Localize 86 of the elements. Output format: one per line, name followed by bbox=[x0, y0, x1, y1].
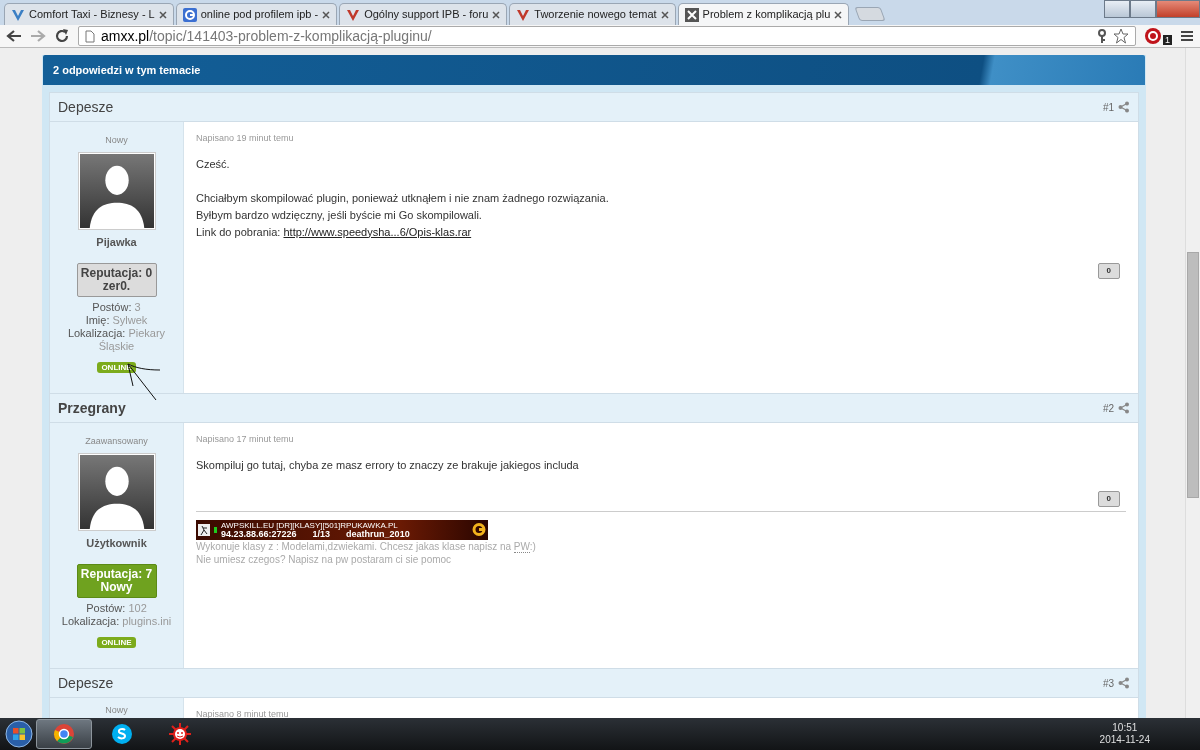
minimize-button[interactable] bbox=[1104, 0, 1130, 18]
post-date: Napisano 17 minut temu bbox=[196, 433, 295, 446]
maximize-button[interactable] bbox=[1130, 0, 1156, 18]
back-arrow-icon[interactable] bbox=[6, 29, 22, 43]
start-button-icon[interactable] bbox=[4, 719, 34, 749]
post-text: Link do pobrania: http://www.speedysha...6/Opis-klas.rar bbox=[196, 224, 473, 240]
signature-text: Nie umiesz czegos? Napisz na pw postaram ci sie pomoc bbox=[196, 552, 453, 566]
banner-address: 94.23.88.66:27226 bbox=[221, 529, 297, 539]
star-icon[interactable] bbox=[1113, 28, 1129, 44]
member-group: Użytkownik bbox=[54, 534, 179, 551]
tab-title: online pod profilem ipb - bbox=[200, 7, 319, 23]
member-rank: Nowy bbox=[104, 704, 129, 717]
google-logo-icon bbox=[182, 7, 197, 22]
browser-tab[interactable]: Problem z komplikacją plu bbox=[677, 3, 850, 25]
skype-logo-icon bbox=[111, 723, 133, 745]
post-date: Napisano 8 minut temu bbox=[196, 708, 290, 718]
key-icon[interactable] bbox=[1097, 28, 1107, 44]
scrollbar-thumb[interactable] bbox=[1187, 252, 1199, 498]
share-icon[interactable] bbox=[1118, 402, 1130, 414]
browser-tab[interactable]: Comfort Taxi - Biznesy - L bbox=[4, 3, 174, 25]
banner-map: deathrun_2010 bbox=[346, 529, 410, 539]
author-name[interactable]: Depesze bbox=[58, 672, 114, 694]
like-count-button[interactable]: 0 bbox=[1097, 490, 1120, 507]
share-icon[interactable] bbox=[1118, 677, 1130, 689]
notification-badge: 1 bbox=[1163, 35, 1172, 45]
author-name[interactable]: Przegrany bbox=[58, 397, 126, 419]
banner-text: AWPSKILL.EU [DR][KLASY][501]RPUKAWKA.PL bbox=[221, 520, 398, 530]
browser-tab[interactable]: Tworzenie nowego temat bbox=[509, 3, 676, 25]
author-name[interactable]: Depesze bbox=[58, 96, 114, 118]
taskbar-button[interactable] bbox=[36, 719, 92, 749]
address-bar[interactable]: amxx.pl/topic/141403-problem-z-komplikacją-pluginu/ bbox=[78, 26, 1136, 46]
post-number-link[interactable]: #2 bbox=[1102, 400, 1114, 416]
tab-title: Comfort Taxi - Biznesy - L bbox=[29, 7, 155, 23]
extension-icon[interactable] bbox=[1144, 27, 1162, 45]
reputation-badge: Reputacja: 0 zer0. bbox=[76, 263, 157, 297]
close-icon[interactable] bbox=[492, 10, 501, 19]
tab-title: Problem z komplikacją plu bbox=[702, 7, 831, 23]
avatar-silhouette[interactable] bbox=[77, 452, 156, 531]
player-icon bbox=[198, 523, 210, 536]
reload-icon[interactable] bbox=[54, 28, 70, 44]
url-text: amxx.pl/topic/141403-problem-z-komplikacją-pluginu/ bbox=[101, 26, 432, 46]
browser-tab[interactable]: online pod profilem ipb - bbox=[175, 3, 338, 25]
signal-bar-icon bbox=[214, 526, 217, 533]
profile-field: Postów: 3 bbox=[54, 301, 179, 314]
profile-field: Lokalizacja: plugins.ini bbox=[54, 615, 179, 628]
post-text: Chciałbym skompilować plugin, ponieważ utknąłem i nie znam żadnego rozwiązania. bbox=[196, 190, 610, 206]
topic-header: 2 odpowiedzi w tym temacie bbox=[43, 55, 1145, 85]
post-number-link[interactable]: #3 bbox=[1102, 675, 1114, 691]
tab-title: Ogólny support IPB - foru bbox=[364, 7, 489, 23]
signature-text: Wykonuje klasy z : Modelami,dzwiekami. Chcesz jakas klase napisz na PW:) bbox=[196, 539, 537, 553]
tab-title: Tworzenie nowego temat bbox=[534, 7, 657, 23]
clock-time: 10:51 bbox=[1111, 722, 1139, 734]
page-icon bbox=[85, 29, 95, 43]
g-logo-icon bbox=[472, 523, 486, 536]
online-badge: ONLINE bbox=[97, 362, 136, 373]
chrome-logo-icon bbox=[53, 723, 75, 745]
post-text: Cześć. bbox=[196, 156, 231, 172]
reputation-badge: Reputacja: 7 Nowy bbox=[76, 564, 157, 598]
post-date: Napisano 19 minut temu bbox=[196, 132, 295, 145]
online-badge: ONLINE bbox=[97, 637, 136, 648]
profile-field: Lokalizacja: Piekary Śląskie bbox=[54, 327, 179, 353]
post-text: Skompiluj go tutaj, chyba ze masz errory to znaczy ze brakuje jakiegos includa bbox=[196, 457, 580, 473]
avatar-silhouette[interactable] bbox=[77, 151, 156, 230]
close-icon[interactable] bbox=[322, 10, 331, 19]
v-logo-icon bbox=[516, 7, 531, 22]
close-icon[interactable] bbox=[158, 10, 167, 19]
browser-tab[interactable]: Ogólny support IPB - foru bbox=[339, 3, 508, 25]
close-icon[interactable] bbox=[660, 10, 669, 19]
post-text: Byłbym bardzo wdzięczny, jeśli byście mi Go skompilowali. bbox=[196, 207, 483, 223]
member-rank: Nowy bbox=[104, 134, 129, 147]
profile-field: Imię: Sylwek bbox=[54, 314, 179, 327]
x-logo-icon bbox=[684, 7, 699, 22]
profile-field: Postów: 102 bbox=[54, 602, 179, 615]
v-logo-icon bbox=[11, 7, 25, 22]
member-rank: Zaawansowany bbox=[84, 435, 149, 448]
menu-icon[interactable] bbox=[1180, 29, 1194, 43]
close-icon[interactable] bbox=[834, 10, 843, 19]
like-count-button[interactable]: 0 bbox=[1097, 262, 1120, 279]
clock-date: 2014-11-24 bbox=[1099, 734, 1150, 746]
banner-players: 1/13 bbox=[312, 529, 331, 539]
member-group: Pijawka bbox=[54, 233, 179, 250]
post-number-link[interactable]: #1 bbox=[1102, 99, 1114, 115]
v-logo-icon bbox=[346, 7, 361, 22]
share-icon[interactable] bbox=[1118, 101, 1130, 113]
sun-face-icon bbox=[169, 723, 191, 745]
download-link[interactable]: http://www.speedysha...6/Opis-klas.rar bbox=[283, 225, 472, 238]
